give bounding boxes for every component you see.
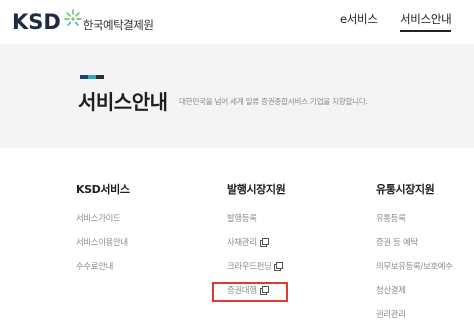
column-title: 유통시장지원 [376,183,435,196]
menu-item-service-guide[interactable]: 서비스가이드 [76,212,130,236]
menu-column-ksd-service: KSD서비스 서비스가이드 서비스이용안내 수수료안내 [76,182,130,284]
external-link-icon [259,286,269,295]
nav-service-guide[interactable]: 서비스안내 [400,11,452,32]
menu-item-rights-management[interactable]: 권리관리 [376,308,453,332]
nav-eservice[interactable]: e서비스 [340,11,378,27]
menu-item-securities-deposit[interactable]: 증권 등 예탁 [376,236,453,260]
menu-item-stock-transfer-agency[interactable]: 증권대행 [227,284,285,308]
page-title: 서비스안내 [78,90,168,114]
menu-item-lockup-custody[interactable]: 의무보유등록/보호예수 [376,260,453,284]
column-title: 발행시장지원 [227,183,286,196]
external-link-icon [259,238,269,247]
logo-sparkle-icon [64,9,82,26]
menu-item-fee-guide[interactable]: 수수료안내 [76,260,130,284]
menu-item-clearing-settlement[interactable]: 청산결제 [376,284,453,308]
menu-list: 발행등록 사채관리 크라우드펀딩 증권대행 [227,212,285,308]
menu-column-trade-market: 유통시장지원 유통등록 증권 등 예탁 의무보유등록/보호예수 청산결제 권리관… [376,182,453,332]
page-description: 대한민국을 넘어 세계 일류 증권종합서비스 기업을 지향합니다. [179,97,368,106]
menu-list: 서비스가이드 서비스이용안내 수수료안내 [76,212,130,284]
external-link-icon [274,262,284,271]
menu-item-bond-management[interactable]: 사채관리 [227,236,285,260]
page-banner: 서비스안내 대한민국을 넘어 세계 일류 증권종합서비스 기업을 지향합니다. [0,44,474,148]
ksd-logo[interactable]: KSD 한국예탁결제원 [12,8,154,36]
menu-item-issue-registration[interactable]: 발행등록 [227,212,285,236]
banner-accent-bar [80,75,104,79]
menu-item-crowdfunding[interactable]: 크라우드펀딩 [227,260,285,284]
logo-org-name: 한국예탁결제원 [82,18,154,32]
menu-item-service-usage[interactable]: 서비스이용안내 [76,236,130,260]
menu-list: 유통등록 증권 등 예탁 의무보유등록/보호예수 청산결제 권리관리 [376,212,453,332]
logo-ksd-text: KSD [12,10,61,34]
menu-item-trade-registration[interactable]: 유통등록 [376,212,453,236]
menu-column-issue-market: 발행시장지원 발행등록 사채관리 크라우드펀딩 증권대행 [227,182,286,308]
column-title: KSD서비스 [76,183,130,196]
site-header: KSD 한국예탁결제원 e서비스 서비스안내 [0,0,474,44]
